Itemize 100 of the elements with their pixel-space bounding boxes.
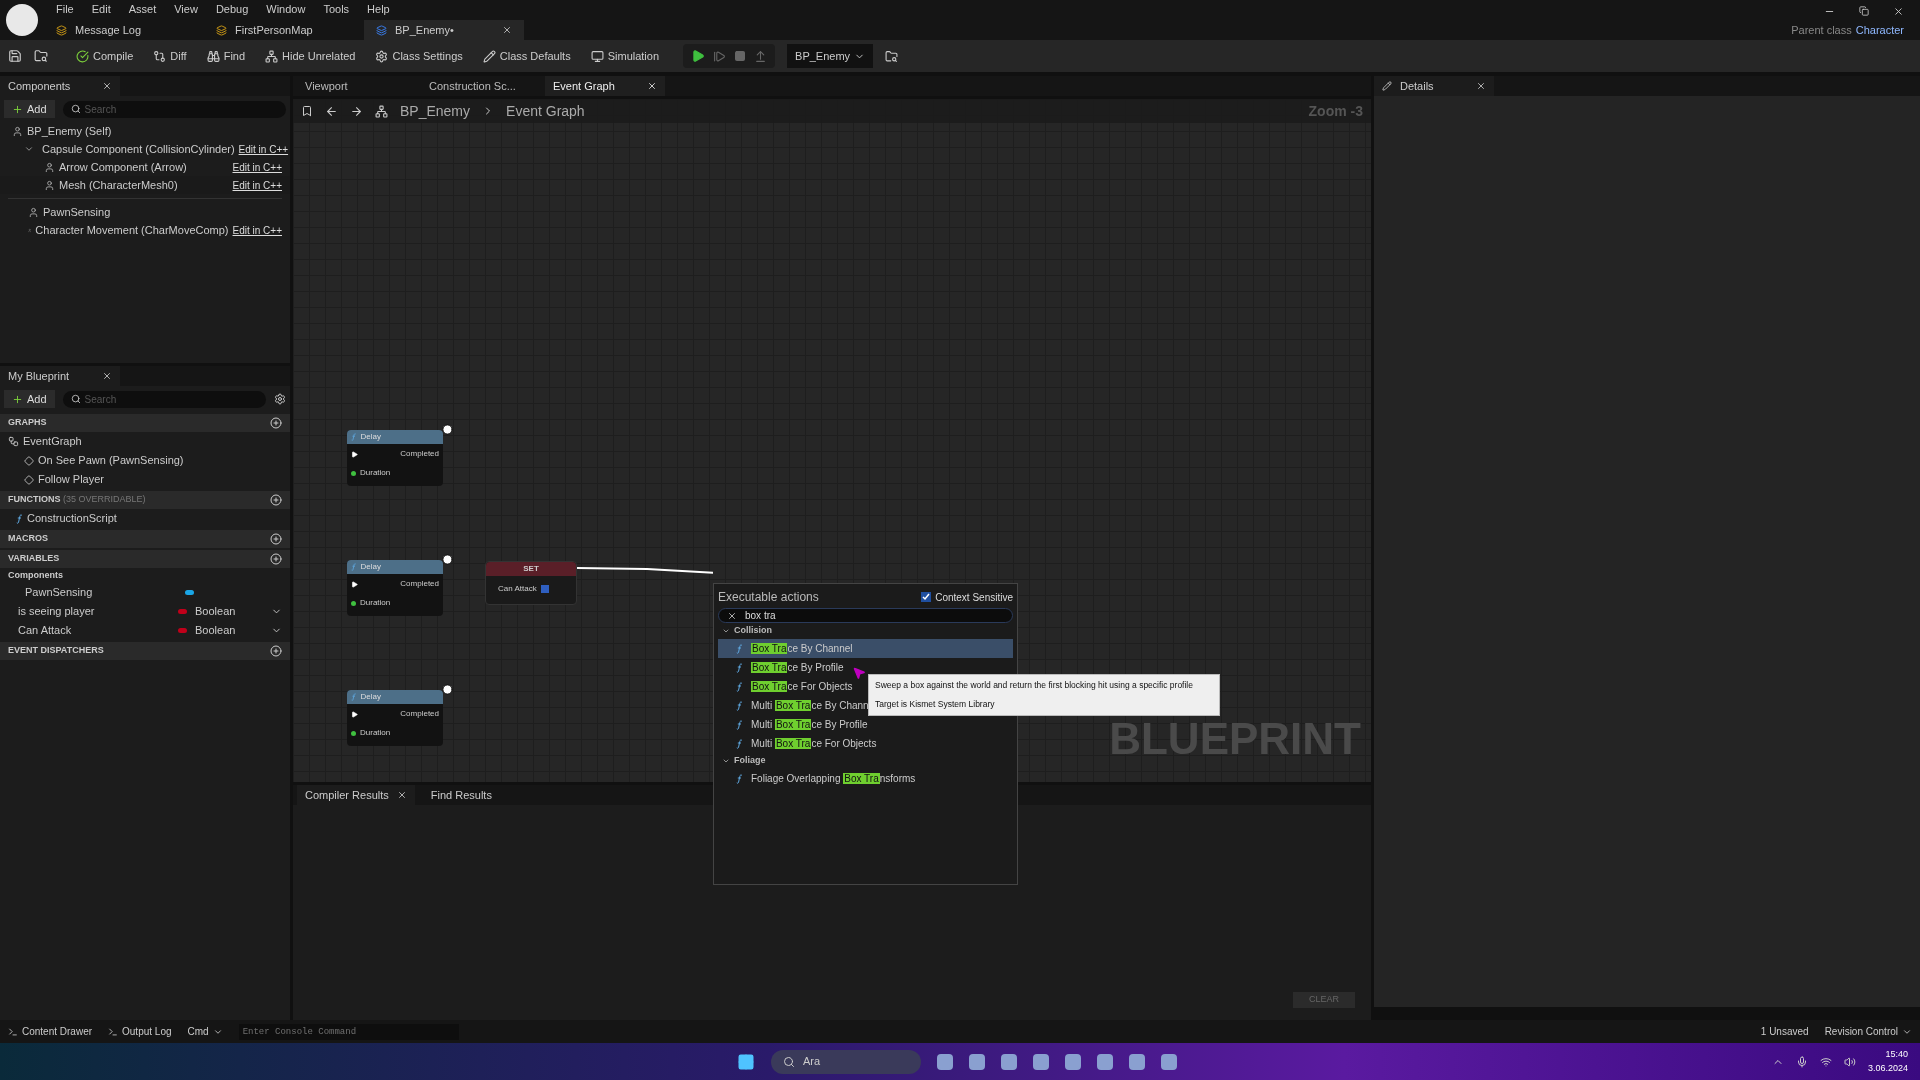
bookmark-icon[interactable]	[301, 105, 313, 117]
exec-pin-icon[interactable]	[351, 450, 358, 458]
status-button[interactable]: Content Drawer	[8, 1024, 93, 1039]
revision-control-button[interactable]: Revision Control	[1824, 1024, 1912, 1039]
add-icon[interactable]	[270, 645, 282, 657]
event-item[interactable]: On See Pawn (PawnSensing)	[38, 452, 184, 469]
category-label[interactable]: Collision	[734, 624, 772, 638]
variable-group[interactable]: Components	[8, 568, 63, 583]
variable-type[interactable]: Boolean	[195, 603, 236, 620]
section-header[interactable]: GRAPHS	[8, 416, 47, 430]
menu-item[interactable]: Asset	[128, 0, 157, 18]
status-button[interactable]: Output Log	[108, 1024, 172, 1039]
delay-node[interactable]: Delay Completed Duration	[347, 560, 443, 616]
eject-icon[interactable]	[754, 49, 768, 63]
app-icon[interactable]	[1097, 1053, 1113, 1070]
delay-node[interactable]: Delay Completed Duration	[347, 430, 443, 486]
category-label[interactable]: Foliage	[734, 754, 766, 768]
clear-icon[interactable]	[727, 610, 737, 621]
app-icon[interactable]	[1161, 1053, 1177, 1070]
menu-item[interactable]: Edit	[91, 0, 111, 18]
toolbar-button[interactable]: Diff	[149, 47, 191, 65]
editor-tab[interactable]: Event Graph	[545, 76, 665, 96]
component-item[interactable]: Character Movement (CharMoveComp)	[35, 221, 229, 239]
restore-icon[interactable]	[1859, 6, 1869, 16]
function-item[interactable]: ConstructionScript	[27, 510, 117, 527]
toolbar-button[interactable]: Simulation	[586, 47, 664, 65]
close-icon[interactable]	[102, 371, 112, 381]
step-icon[interactable]	[713, 49, 727, 63]
clock-time[interactable]: 15:40	[1885, 1048, 1908, 1062]
play-icon[interactable]	[691, 49, 706, 63]
save-icon[interactable]	[8, 49, 22, 63]
browse-icon[interactable]	[885, 49, 899, 63]
close-icon[interactable]	[396, 790, 407, 800]
section-header[interactable]: MACROS	[8, 532, 48, 546]
add-icon[interactable]	[270, 494, 282, 506]
add-button[interactable]: Add	[4, 390, 55, 408]
app-icon[interactable]	[1033, 1053, 1049, 1070]
panel-tab[interactable]: Details	[1374, 76, 1494, 96]
edit-in-cpp-link[interactable]: Edit in C++	[228, 222, 282, 238]
breadcrumb-item[interactable]: Event Graph	[506, 100, 585, 122]
debug-object-dropdown[interactable]: BP_Enemy	[787, 44, 874, 68]
close-icon[interactable]	[1893, 5, 1904, 17]
action-search-field[interactable]: box tra	[718, 608, 1013, 623]
panel-tab[interactable]: Compiler Results	[297, 785, 415, 805]
action-item[interactable]: Multi Box Trace For Objects	[718, 734, 1013, 753]
taskbar-search[interactable]: Ara	[771, 1049, 921, 1074]
panel-tab[interactable]: My Blueprint	[0, 366, 120, 386]
menu-item[interactable]: Tools	[323, 0, 350, 18]
add-icon[interactable]	[270, 553, 282, 565]
volume-icon[interactable]	[1843, 1055, 1856, 1068]
app-icon[interactable]	[1065, 1053, 1081, 1070]
microphone-icon[interactable]	[1795, 1055, 1808, 1068]
console-input[interactable]: Enter Console Command	[238, 1023, 459, 1040]
edit-in-cpp-link[interactable]: Edit in C++	[234, 141, 289, 157]
app-icon[interactable]	[937, 1053, 953, 1070]
variable-item[interactable]: PawnSensing	[25, 584, 185, 601]
variable-item[interactable]: Can Attack	[18, 622, 178, 639]
delay-node[interactable]: Delay Completed Duration	[347, 690, 443, 746]
graph-item[interactable]: EventGraph	[23, 433, 82, 450]
document-tab[interactable]: BP_Enemy•	[364, 20, 524, 40]
exec-pin-icon[interactable]	[351, 710, 358, 718]
menu-item[interactable]: File	[56, 0, 74, 18]
unsaved-indicator[interactable]: 1 Unsaved	[1760, 1024, 1809, 1039]
action-item[interactable]: Multi Box Trace By Profile	[718, 715, 1013, 734]
component-item[interactable]: PawnSensing	[43, 203, 111, 221]
close-icon[interactable]	[1476, 81, 1486, 91]
close-icon[interactable]	[647, 81, 657, 91]
action-item[interactable]: Box Trace By Profile	[718, 658, 1013, 677]
forward-icon[interactable]	[350, 104, 363, 118]
menu-item[interactable]: Window	[266, 0, 306, 18]
app-icon[interactable]	[1129, 1053, 1145, 1070]
toolbar-button[interactable]: Class Settings	[371, 47, 467, 65]
panel-tab[interactable]: Components	[0, 76, 120, 96]
network-icon[interactable]	[1819, 1055, 1832, 1068]
float-pin-icon[interactable]	[351, 470, 356, 476]
back-icon[interactable]	[325, 104, 338, 118]
event-item[interactable]: Follow Player	[38, 471, 105, 488]
add-icon[interactable]	[270, 533, 282, 545]
component-item[interactable]: Arrow Component (Arrow)	[59, 158, 187, 176]
menu-item[interactable]: View	[174, 0, 198, 18]
action-item[interactable]: Box Trace By Channel	[718, 639, 1013, 658]
settings-icon[interactable]	[274, 393, 286, 405]
context-checkbox[interactable]	[921, 592, 932, 602]
exec-pin-icon[interactable]	[351, 580, 358, 588]
start-icon[interactable]	[737, 1052, 755, 1071]
editor-tab[interactable]: Construction Sc...	[421, 76, 541, 96]
parent-class-link[interactable]: Character	[1855, 21, 1904, 39]
edit-in-cpp-link[interactable]: Edit in C++	[228, 159, 282, 175]
value-checkbox[interactable]	[540, 585, 549, 593]
app-icon[interactable]	[969, 1053, 985, 1070]
context-label[interactable]: Context Sensitive	[935, 589, 1013, 605]
toolbar-button[interactable]: Class Defaults	[478, 47, 575, 65]
variable-type[interactable]: Boolean	[195, 622, 236, 639]
toolbar-button[interactable]: Compile	[72, 47, 138, 65]
menu-item[interactable]: Help	[367, 0, 390, 18]
browse-icon[interactable]	[34, 49, 48, 63]
add-icon[interactable]	[270, 417, 282, 429]
breadcrumb-item[interactable]: BP_Enemy	[400, 100, 471, 122]
float-pin-icon[interactable]	[351, 730, 356, 736]
panel-tab[interactable]: Find Results	[422, 785, 500, 805]
